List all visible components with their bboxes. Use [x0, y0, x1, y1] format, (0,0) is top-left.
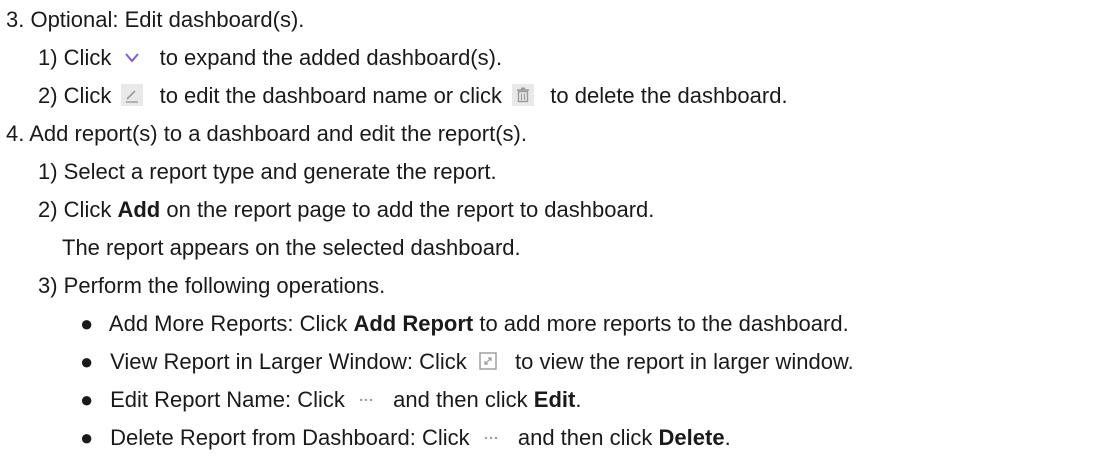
bullet-dot: ●	[80, 311, 94, 336]
more-dots-icon	[480, 426, 502, 448]
bold-term: Add Report	[353, 311, 474, 336]
bullet-edit-report-name: ● Edit Report Name: Click and then click…	[80, 384, 581, 416]
step-4-substep-2-note: The report appears on the selected dashb…	[62, 232, 521, 264]
step-4-substep-1: 1) Select a report type and generate the…	[38, 156, 497, 188]
step-4-title: 4. Add report(s) to a dashboard and edit…	[6, 121, 527, 146]
bullet-text: Add More Reports: Click	[108, 311, 348, 336]
expand-icon	[477, 350, 499, 372]
substep-text: 1) Click	[38, 45, 112, 70]
substep-text: 1) Select a report type and generate the…	[38, 159, 497, 184]
step-3-substep-2: 2) Click to edit the dashboard name or c…	[38, 80, 788, 112]
bullet-text: .	[575, 387, 582, 412]
bold-term: Edit	[533, 387, 576, 412]
bullet-text: View Report in Larger Window: Click	[110, 349, 467, 374]
bullet-text: Delete Report from Dashboard: Click	[110, 425, 470, 450]
bullet-text: .	[724, 425, 731, 450]
step-4-substep-3: 3) Perform the following operations.	[38, 270, 385, 302]
bullet-add-more-reports: ● Add More Reports: Click Add Report to …	[80, 308, 849, 340]
bullet-text: to view the report in larger window.	[515, 349, 854, 374]
bullet-dot: ●	[80, 387, 94, 412]
step-3-heading: 3. Optional: Edit dashboard(s).	[6, 4, 304, 36]
bullet-view-larger: ● View Report in Larger Window: Click to…	[80, 346, 854, 378]
chevron-down-icon	[121, 46, 143, 68]
substep-text: 2) Click	[38, 197, 112, 222]
trash-icon	[512, 84, 535, 107]
substep-text: 3) Perform the following operations.	[38, 273, 386, 298]
substep-text: on the report page to add the report to …	[166, 197, 655, 222]
bullet-text: and then click	[393, 387, 528, 412]
pencil-icon	[121, 84, 144, 107]
bold-term: Delete	[658, 425, 725, 450]
substep-text: to expand the added dashboard(s).	[159, 45, 503, 70]
step-4-heading: 4. Add report(s) to a dashboard and edit…	[6, 118, 527, 150]
bold-term: Add	[117, 197, 161, 222]
bullet-delete-report: ● Delete Report from Dashboard: Click an…	[80, 422, 731, 454]
step-4-substep-2: 2) Click Add on the report page to add t…	[38, 194, 654, 226]
step-3-substep-1: 1) Click to expand the added dashboard(s…	[38, 42, 502, 74]
step-3-title: 3. Optional: Edit dashboard(s).	[6, 7, 305, 32]
note-text: The report appears on the selected dashb…	[62, 235, 521, 260]
more-dots-icon	[355, 388, 377, 410]
bullet-text: to add more reports to the dashboard.	[479, 311, 849, 336]
bullet-text: Edit Report Name: Click	[110, 387, 345, 412]
document-page: 3. Optional: Edit dashboard(s). 1) Click…	[0, 0, 1112, 467]
bullet-text: and then click	[517, 425, 653, 450]
bullet-dot: ●	[80, 425, 94, 450]
substep-text: to delete the dashboard.	[550, 83, 788, 108]
bullet-dot: ●	[80, 349, 94, 374]
substep-text: 2) Click	[38, 83, 112, 108]
substep-text: to edit the dashboard name or click	[159, 83, 503, 108]
